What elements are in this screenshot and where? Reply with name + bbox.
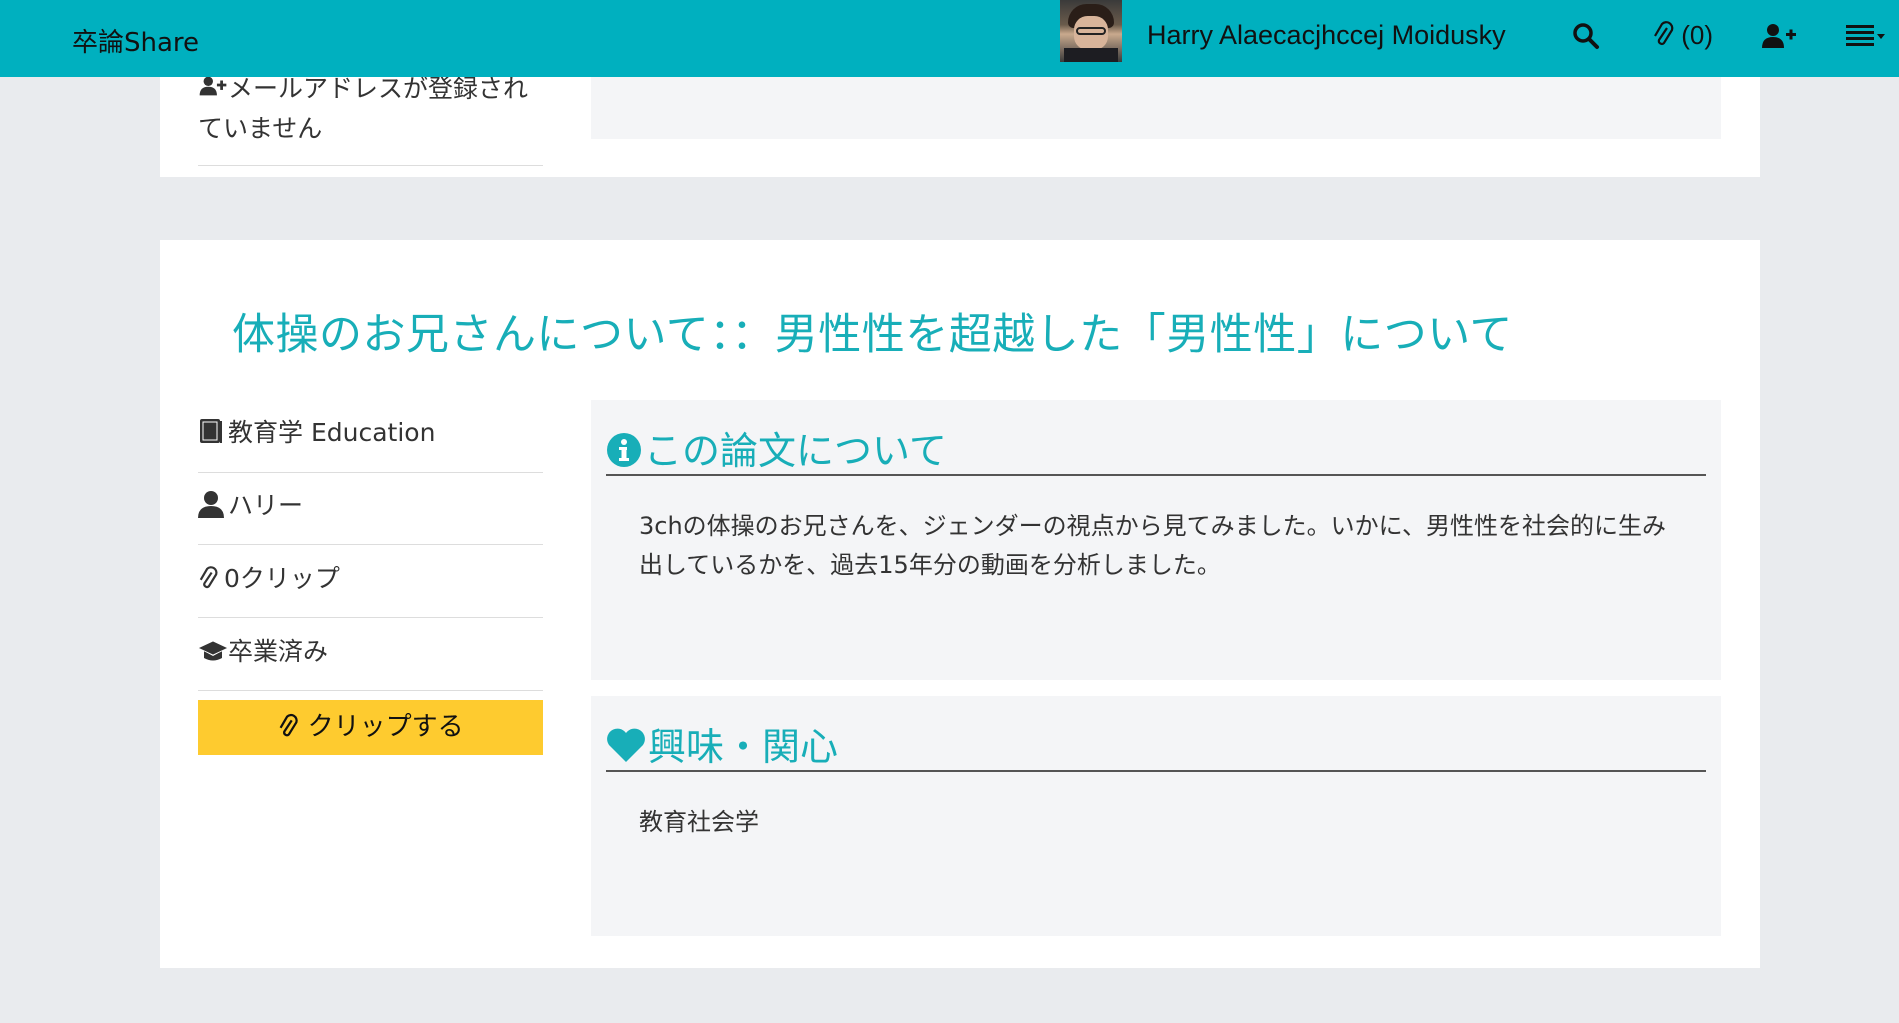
page-scrollbar[interactable] [1887, 77, 1899, 1023]
author-item: ハリー [198, 487, 543, 545]
interest-panel: 興味・関心 教育社会学 [591, 696, 1721, 936]
interest-text: 教育社会学 [639, 808, 759, 836]
user-icon [198, 487, 228, 525]
email-notice-line2: ていません [198, 114, 323, 143]
previous-paper-card: メールアドレスが登録され ていません [160, 60, 1760, 177]
heart-icon [606, 728, 646, 773]
clip-count-label: 0クリップ [224, 564, 340, 593]
clip-count: (0) [1681, 20, 1714, 50]
interest-heading-text: 興味・関心 [648, 725, 839, 769]
add-user-icon[interactable] [1762, 22, 1796, 57]
user-name-link[interactable]: Harry Alaecacjhccej Moidusky [1147, 20, 1506, 51]
about-text: 3chの体操のお兄さんを、ジェンダーの視点から見てみました。いかに、男性性を社会… [639, 512, 1666, 579]
paper-card: 体操のお兄さんについて：：男性性を超越した「男性性」について 教育学 Educa… [160, 240, 1760, 968]
paperclip-icon [198, 560, 224, 598]
search-icon[interactable] [1572, 22, 1600, 57]
clip-count-item: 0クリップ [198, 560, 543, 618]
paperclip-icon [277, 712, 307, 742]
brand-logo[interactable]: 卒論Share [72, 22, 199, 59]
paper-title[interactable]: 体操のお兄さんについて：：男性性を超越した「男性性」について [232, 300, 1513, 362]
avatar[interactable] [1060, 0, 1122, 62]
email-notice-line1: メールアドレスが登録され [228, 74, 529, 103]
author-name[interactable]: ハリー [228, 491, 303, 520]
paperclip-icon [1652, 20, 1681, 50]
graduation-cap-icon [197, 633, 229, 671]
info-circle-icon [606, 432, 642, 477]
status-item: 卒業済み [197, 633, 543, 691]
clip-button[interactable]: クリップする [198, 700, 543, 755]
clip-count-button[interactable]: (0) [1652, 20, 1713, 51]
about-heading-text: この論文について [644, 429, 947, 473]
status-label: 卒業済み [228, 637, 329, 666]
field-label[interactable]: 教育学 Education [228, 418, 435, 447]
clip-button-label: クリップする [307, 712, 464, 742]
field-item: 教育学 Education [198, 414, 543, 473]
top-navbar: 卒論Share Harry Alaecacjhccej Moidusky (0) [0, 0, 1899, 77]
book-icon [198, 414, 228, 452]
list-menu-icon[interactable] [1846, 22, 1886, 57]
about-heading: この論文について [606, 420, 1706, 476]
interest-heading: 興味・関心 [606, 716, 1706, 772]
about-panel: この論文について 3chの体操のお兄さんを、ジェンダーの視点から見てみました。い… [591, 400, 1721, 680]
email-notice: メールアドレスが登録され ていません [198, 65, 543, 166]
